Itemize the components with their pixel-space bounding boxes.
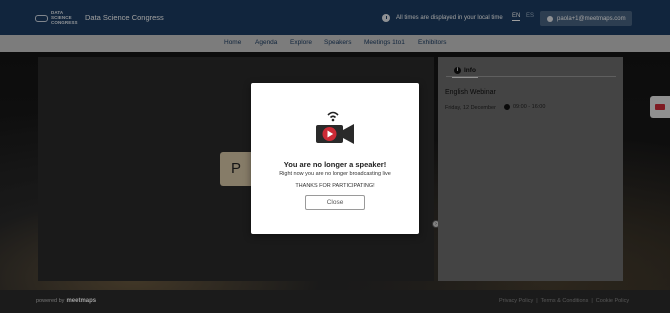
video-camera-broadcast-icon [316,111,354,144]
speaker-ended-modal: You are no longer a speaker! Right now y… [251,83,419,234]
modal-subtext: Right now you are no longer broadcasting… [279,171,391,177]
modal-thanks: THANKS FOR PARTICIPATING! [295,183,375,189]
modal-heading: You are no longer a speaker! [283,160,387,169]
close-button[interactable]: Close [305,195,365,210]
